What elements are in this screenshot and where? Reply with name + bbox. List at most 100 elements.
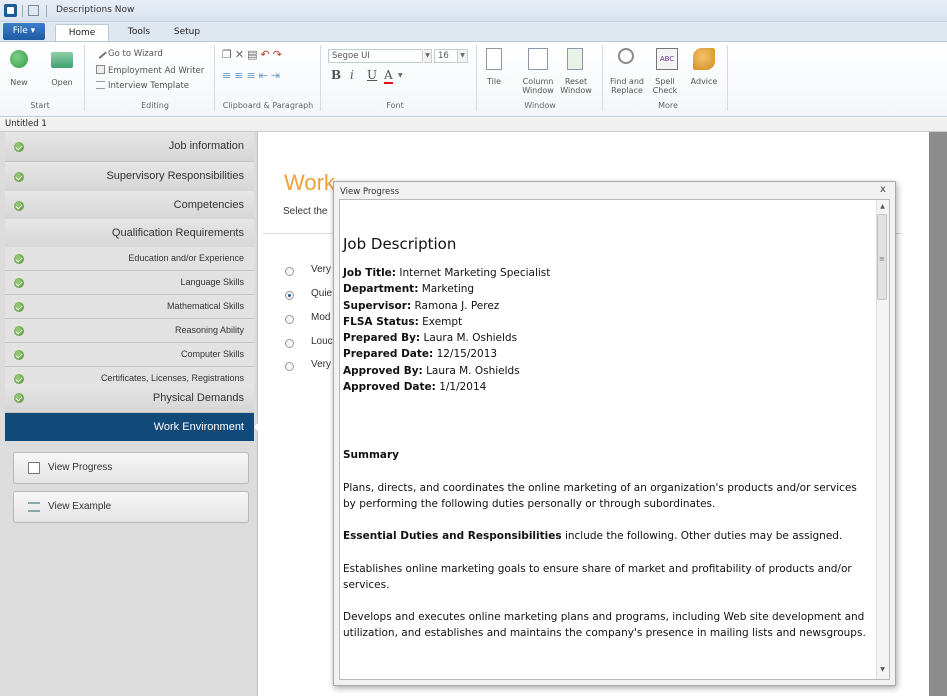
paste-icon[interactable]: ▤ [247,48,260,61]
radio-option[interactable] [285,315,294,324]
sidebar-item-education-experience[interactable]: Education and/or Experience [5,247,254,271]
check-icon [14,171,24,182]
radio-option-label[interactable]: Mod [311,312,335,323]
font-color-button[interactable]: A [384,68,393,84]
field-key: Supervisor: [343,299,412,312]
copy-icon[interactable]: ❐ [222,48,235,61]
chevron-down-icon[interactable]: ▼ [398,72,403,79]
list-icon [28,502,40,512]
italic-button[interactable]: i [350,68,354,82]
radio-option-label[interactable]: Very [311,264,335,275]
view-example-label: View Example [48,501,112,512]
field-key: Department: [343,283,419,296]
ad-writer-icon [96,65,105,74]
radio-option[interactable] [285,267,294,276]
sidebar-item-job-information[interactable]: Job information [5,132,254,162]
outdent-icon[interactable]: ⇤ [259,69,271,82]
sidebar-item-work-environment[interactable]: Work Environment [5,413,260,441]
tile-button-label[interactable]: Tile [480,77,508,86]
font-size-select[interactable]: 16 [434,49,458,63]
duties-text: include the following. Other duties may … [561,530,843,543]
sidebar-item-supervisory-responsibilities[interactable]: Supervisory Responsibilities [5,162,254,192]
clipboard-icons[interactable]: ❐✕▤↶↷ [222,48,285,61]
view-example-button[interactable]: View Example [13,491,249,523]
window-title: Descriptions Now [56,5,135,15]
open-folder-icon[interactable] [51,52,73,68]
sidebar-item-language-skills[interactable]: Language Skills [5,271,254,295]
tab-setup[interactable]: Setup [165,24,209,41]
field-approved-date: Approved Date: 1/1/2014 [343,379,873,395]
redo-icon[interactable]: ↷ [273,48,285,61]
dialog-title: View Progress [340,187,400,197]
cut-icon[interactable]: ✕ [235,48,247,61]
column-window-icon[interactable] [528,48,548,70]
check-icon [14,141,24,152]
sidebar-item-mathematical-skills[interactable]: Mathematical Skills [5,295,254,319]
reset-window-icon[interactable] [567,48,583,70]
magnifier-document-icon [28,462,40,474]
align-right-icon[interactable]: ≡ [246,69,258,82]
scroll-up-icon[interactable]: ▲ [876,203,889,210]
undo-icon[interactable]: ↶ [261,48,273,61]
column-window-label[interactable]: Column Window [512,77,564,95]
chevron-down-icon[interactable]: ▼ [424,49,432,63]
open-button-label[interactable]: Open [48,78,76,87]
advice-icon[interactable] [693,48,715,70]
new-button-label[interactable]: New [5,78,33,87]
app-icon[interactable] [4,4,17,17]
spell-check-label[interactable]: Spell Check [650,77,680,95]
view-progress-button[interactable]: View Progress [13,452,249,484]
save-icon[interactable] [28,5,39,16]
field-supervisor: Supervisor: Ramona J. Perez [343,298,873,314]
employment-ad-label: Employment Ad Writer [108,66,205,76]
align-left-icon[interactable]: ≡ [222,69,234,82]
radio-option[interactable] [285,339,294,348]
page-instructions: Select the [283,206,328,217]
advice-label[interactable]: Advice [688,77,720,86]
new-document-icon[interactable] [10,50,28,68]
sidebar-item-qualification-requirements[interactable]: Qualification Requirements [5,219,254,249]
field-value: Laura M. Oshields [426,364,520,377]
tab-tools[interactable]: Tools [119,24,159,41]
spell-check-icon[interactable]: ABC [656,48,678,70]
paragraph-icons[interactable]: ≡≡≡⇤⇥ [222,69,283,82]
tab-home[interactable]: Home [55,24,109,41]
interview-template-button[interactable]: Interview Template [96,81,189,91]
radio-option[interactable] [285,362,294,371]
magnifier-icon[interactable] [618,48,634,64]
find-replace-label[interactable]: Find and Replace [610,77,644,95]
radio-option-label[interactable]: Louc [311,336,335,347]
group-label-font: Font [386,101,404,110]
scroll-down-icon[interactable]: ▼ [876,666,889,673]
underline-button[interactable]: U [367,68,377,82]
group-separator [84,45,85,111]
file-menu-button[interactable]: File ▾ [3,23,45,40]
document-tab[interactable]: Untitled 1 [0,118,947,132]
reset-window-label[interactable]: Reset Window [558,77,594,95]
sidebar-item-reasoning-ability[interactable]: Reasoning Ability [5,319,254,343]
bold-button[interactable]: B [331,68,341,82]
sidebar-item-competencies[interactable]: Competencies [5,191,254,221]
radio-option-label[interactable]: Quie [311,288,335,299]
radio-option-label[interactable]: Very [311,359,335,370]
field-job-title: Job Title: Internet Marketing Specialist [343,265,873,281]
chevron-down-icon[interactable]: ▼ [458,49,468,63]
group-label-start: Start [30,101,50,110]
group-label-more: More [658,101,678,110]
font-family-select[interactable]: Segoe UI [328,49,423,63]
sidebar-item-physical-demands[interactable]: Physical Demands [5,384,254,413]
sidebar-item-label: Competencies [173,199,244,211]
radio-option-selected[interactable] [285,291,294,300]
employment-ad-writer-button[interactable]: Employment Ad Writer [96,65,204,76]
qat-separator [46,5,47,17]
tile-icon[interactable] [486,48,502,70]
summary-heading: Summary [343,449,400,462]
indent-icon[interactable]: ⇥ [271,69,283,82]
sidebar-item-computer-skills[interactable]: Computer Skills [5,343,254,367]
duty-paragraph: Develops and executes online marketing p… [343,611,866,640]
sidebar-item-label: Qualification Requirements [111,227,244,239]
close-icon[interactable]: x [877,184,889,195]
group-separator [727,45,728,111]
align-center-icon[interactable]: ≡ [234,69,246,82]
go-to-wizard-button[interactable]: Go to Wizard [94,46,163,59]
